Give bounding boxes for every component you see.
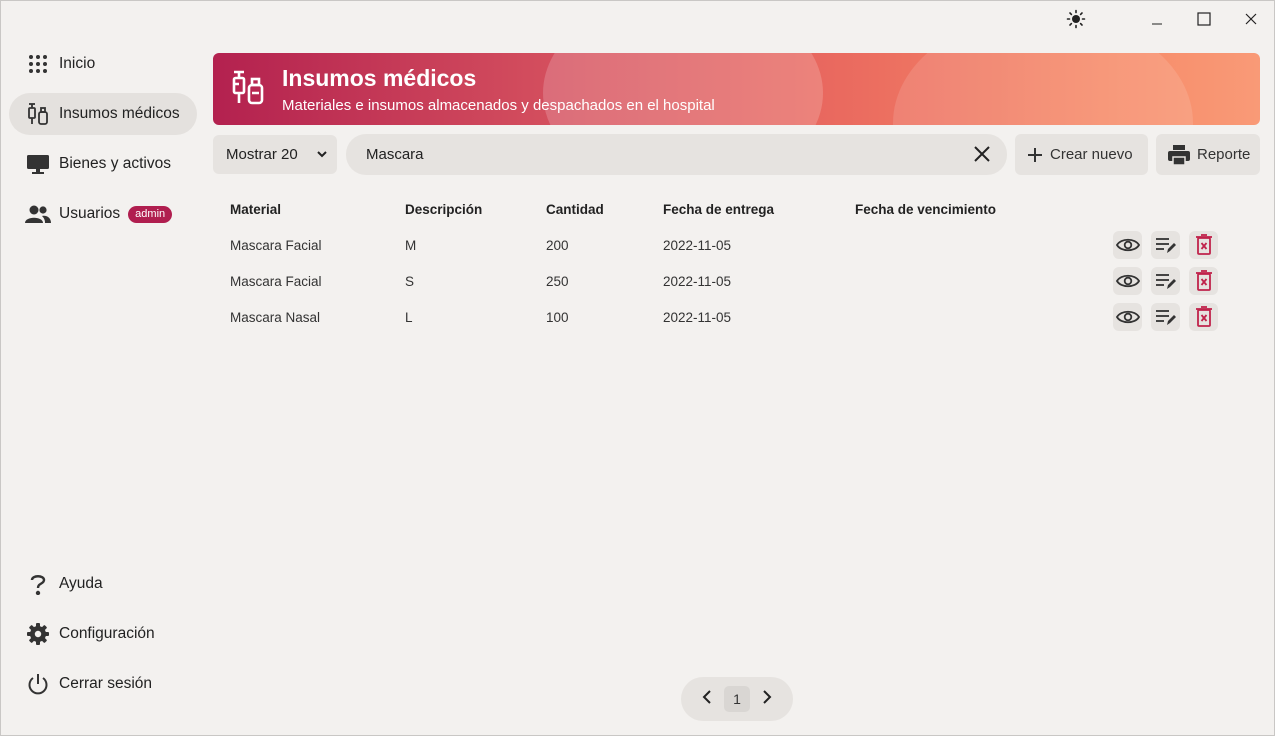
row-actions xyxy=(1113,231,1218,259)
monitor-icon xyxy=(25,151,51,177)
report-button[interactable]: Reporte xyxy=(1156,134,1260,175)
printer-icon xyxy=(1167,144,1191,166)
eye-icon xyxy=(1115,238,1140,252)
sidebar-bottom: Ayuda Configuración Cerrar sesión xyxy=(9,563,197,713)
edit-list-icon xyxy=(1155,310,1176,325)
table-row: Mascara Facial M 200 2022-11-05 xyxy=(213,227,1260,263)
admin-badge: admin xyxy=(128,205,173,223)
cell-material: Mascara Facial xyxy=(230,238,322,253)
sidebar-item-label: Bienes y activos xyxy=(59,155,171,172)
table-row: Mascara Nasal L 100 2022-11-05 xyxy=(213,299,1260,335)
edit-button[interactable] xyxy=(1151,267,1180,295)
close-icon[interactable] xyxy=(1239,7,1263,31)
page-subtitle: Materiales e insumos almacenados y despa… xyxy=(282,97,715,114)
delete-button[interactable] xyxy=(1189,303,1218,331)
row-actions xyxy=(1113,303,1218,331)
grid-dots-icon xyxy=(25,51,51,77)
cell-fecha-entrega: 2022-11-05 xyxy=(663,274,732,289)
eye-icon xyxy=(1115,274,1140,288)
create-new-label: Crear nuevo xyxy=(1050,146,1133,163)
sidebar-item-bienes[interactable]: Bienes y activos xyxy=(9,143,197,185)
sidebar-item-label: Ayuda xyxy=(59,575,103,592)
app-window: Inicio Insumos médicos Bienes y activos xyxy=(0,0,1275,736)
pagination: 1 xyxy=(681,677,793,721)
plus-icon xyxy=(1026,146,1044,164)
trash-x-icon xyxy=(1195,306,1212,327)
banner-decoration xyxy=(543,53,823,125)
syringe-vial-icon xyxy=(25,101,51,127)
cell-fecha-entrega: 2022-11-05 xyxy=(663,238,732,253)
sidebar-item-label: Insumos médicos xyxy=(59,105,180,122)
users-icon xyxy=(25,201,51,227)
search-field[interactable] xyxy=(346,134,1007,175)
edit-button[interactable] xyxy=(1151,231,1180,259)
view-button[interactable] xyxy=(1113,303,1142,331)
cell-fecha-entrega: 2022-11-05 xyxy=(663,310,732,325)
search-input[interactable] xyxy=(366,146,926,163)
column-header[interactable]: Descripción xyxy=(405,202,482,217)
edit-button[interactable] xyxy=(1151,303,1180,331)
sidebar-item-ayuda[interactable]: Ayuda xyxy=(9,563,197,605)
gear-icon xyxy=(25,621,51,647)
eye-icon xyxy=(1115,310,1140,324)
report-label: Reporte xyxy=(1197,146,1251,163)
row-actions xyxy=(1113,267,1218,295)
sidebar-item-inicio[interactable]: Inicio xyxy=(9,43,197,85)
edit-list-icon xyxy=(1155,238,1176,253)
delete-button[interactable] xyxy=(1189,231,1218,259)
cell-material: Mascara Nasal xyxy=(230,310,321,325)
sidebar-item-cerrar-sesion[interactable]: Cerrar sesión xyxy=(9,663,197,705)
table-row: Mascara Facial S 250 2022-11-05 xyxy=(213,263,1260,299)
chevron-left-icon[interactable] xyxy=(700,689,714,710)
sidebar-item-label: Inicio xyxy=(59,55,96,72)
question-icon xyxy=(25,571,51,597)
clear-search-icon[interactable] xyxy=(973,145,991,167)
sidebar: Inicio Insumos médicos Bienes y activos xyxy=(9,43,197,243)
sidebar-item-configuracion[interactable]: Configuración xyxy=(9,613,197,655)
page-header-banner: Insumos médicos Materiales e insumos alm… xyxy=(213,53,1260,125)
create-new-button[interactable]: Crear nuevo xyxy=(1015,134,1148,175)
chevron-right-icon[interactable] xyxy=(760,689,774,710)
column-header[interactable]: Material xyxy=(230,202,281,217)
maximize-icon[interactable] xyxy=(1192,7,1216,31)
cell-descripcion: M xyxy=(405,238,417,253)
view-button[interactable] xyxy=(1113,231,1142,259)
delete-button[interactable] xyxy=(1189,267,1218,295)
view-button[interactable] xyxy=(1113,267,1142,295)
column-header[interactable]: Fecha de vencimiento xyxy=(855,202,996,217)
sidebar-item-usuarios[interactable]: Usuarios admin xyxy=(9,193,197,235)
minimize-icon[interactable] xyxy=(1145,7,1169,31)
power-icon xyxy=(25,671,51,697)
page-number[interactable]: 1 xyxy=(724,686,750,712)
page-size-value: Mostrar 20 xyxy=(226,146,298,163)
column-header[interactable]: Fecha de entrega xyxy=(663,202,774,217)
cell-descripcion: S xyxy=(405,274,415,289)
sidebar-item-label: Usuarios xyxy=(59,205,121,222)
sidebar-item-label: Configuración xyxy=(59,625,155,642)
trash-x-icon xyxy=(1195,234,1212,255)
page-title: Insumos médicos xyxy=(282,65,477,91)
edit-list-icon xyxy=(1155,274,1176,289)
page-size-select[interactable]: Mostrar 20 xyxy=(213,135,337,174)
cell-descripcion: L xyxy=(405,310,413,325)
cell-material: Mascara Facial xyxy=(230,274,322,289)
supplies-table: Material Descripción Cantidad Fecha de e… xyxy=(213,191,1260,335)
sun-icon[interactable] xyxy=(1065,7,1087,31)
sidebar-item-label: Cerrar sesión xyxy=(59,675,153,692)
cell-cantidad: 250 xyxy=(546,274,569,289)
cell-cantidad: 200 xyxy=(546,238,569,253)
chevron-down-icon xyxy=(315,147,329,165)
syringe-vial-icon xyxy=(231,69,269,109)
banner-decoration xyxy=(893,53,1193,125)
cell-cantidad: 100 xyxy=(546,310,569,325)
table-header: Material Descripción Cantidad Fecha de e… xyxy=(213,191,1260,227)
sidebar-item-insumos[interactable]: Insumos médicos xyxy=(9,93,197,135)
trash-x-icon xyxy=(1195,270,1212,291)
column-header[interactable]: Cantidad xyxy=(546,202,604,217)
